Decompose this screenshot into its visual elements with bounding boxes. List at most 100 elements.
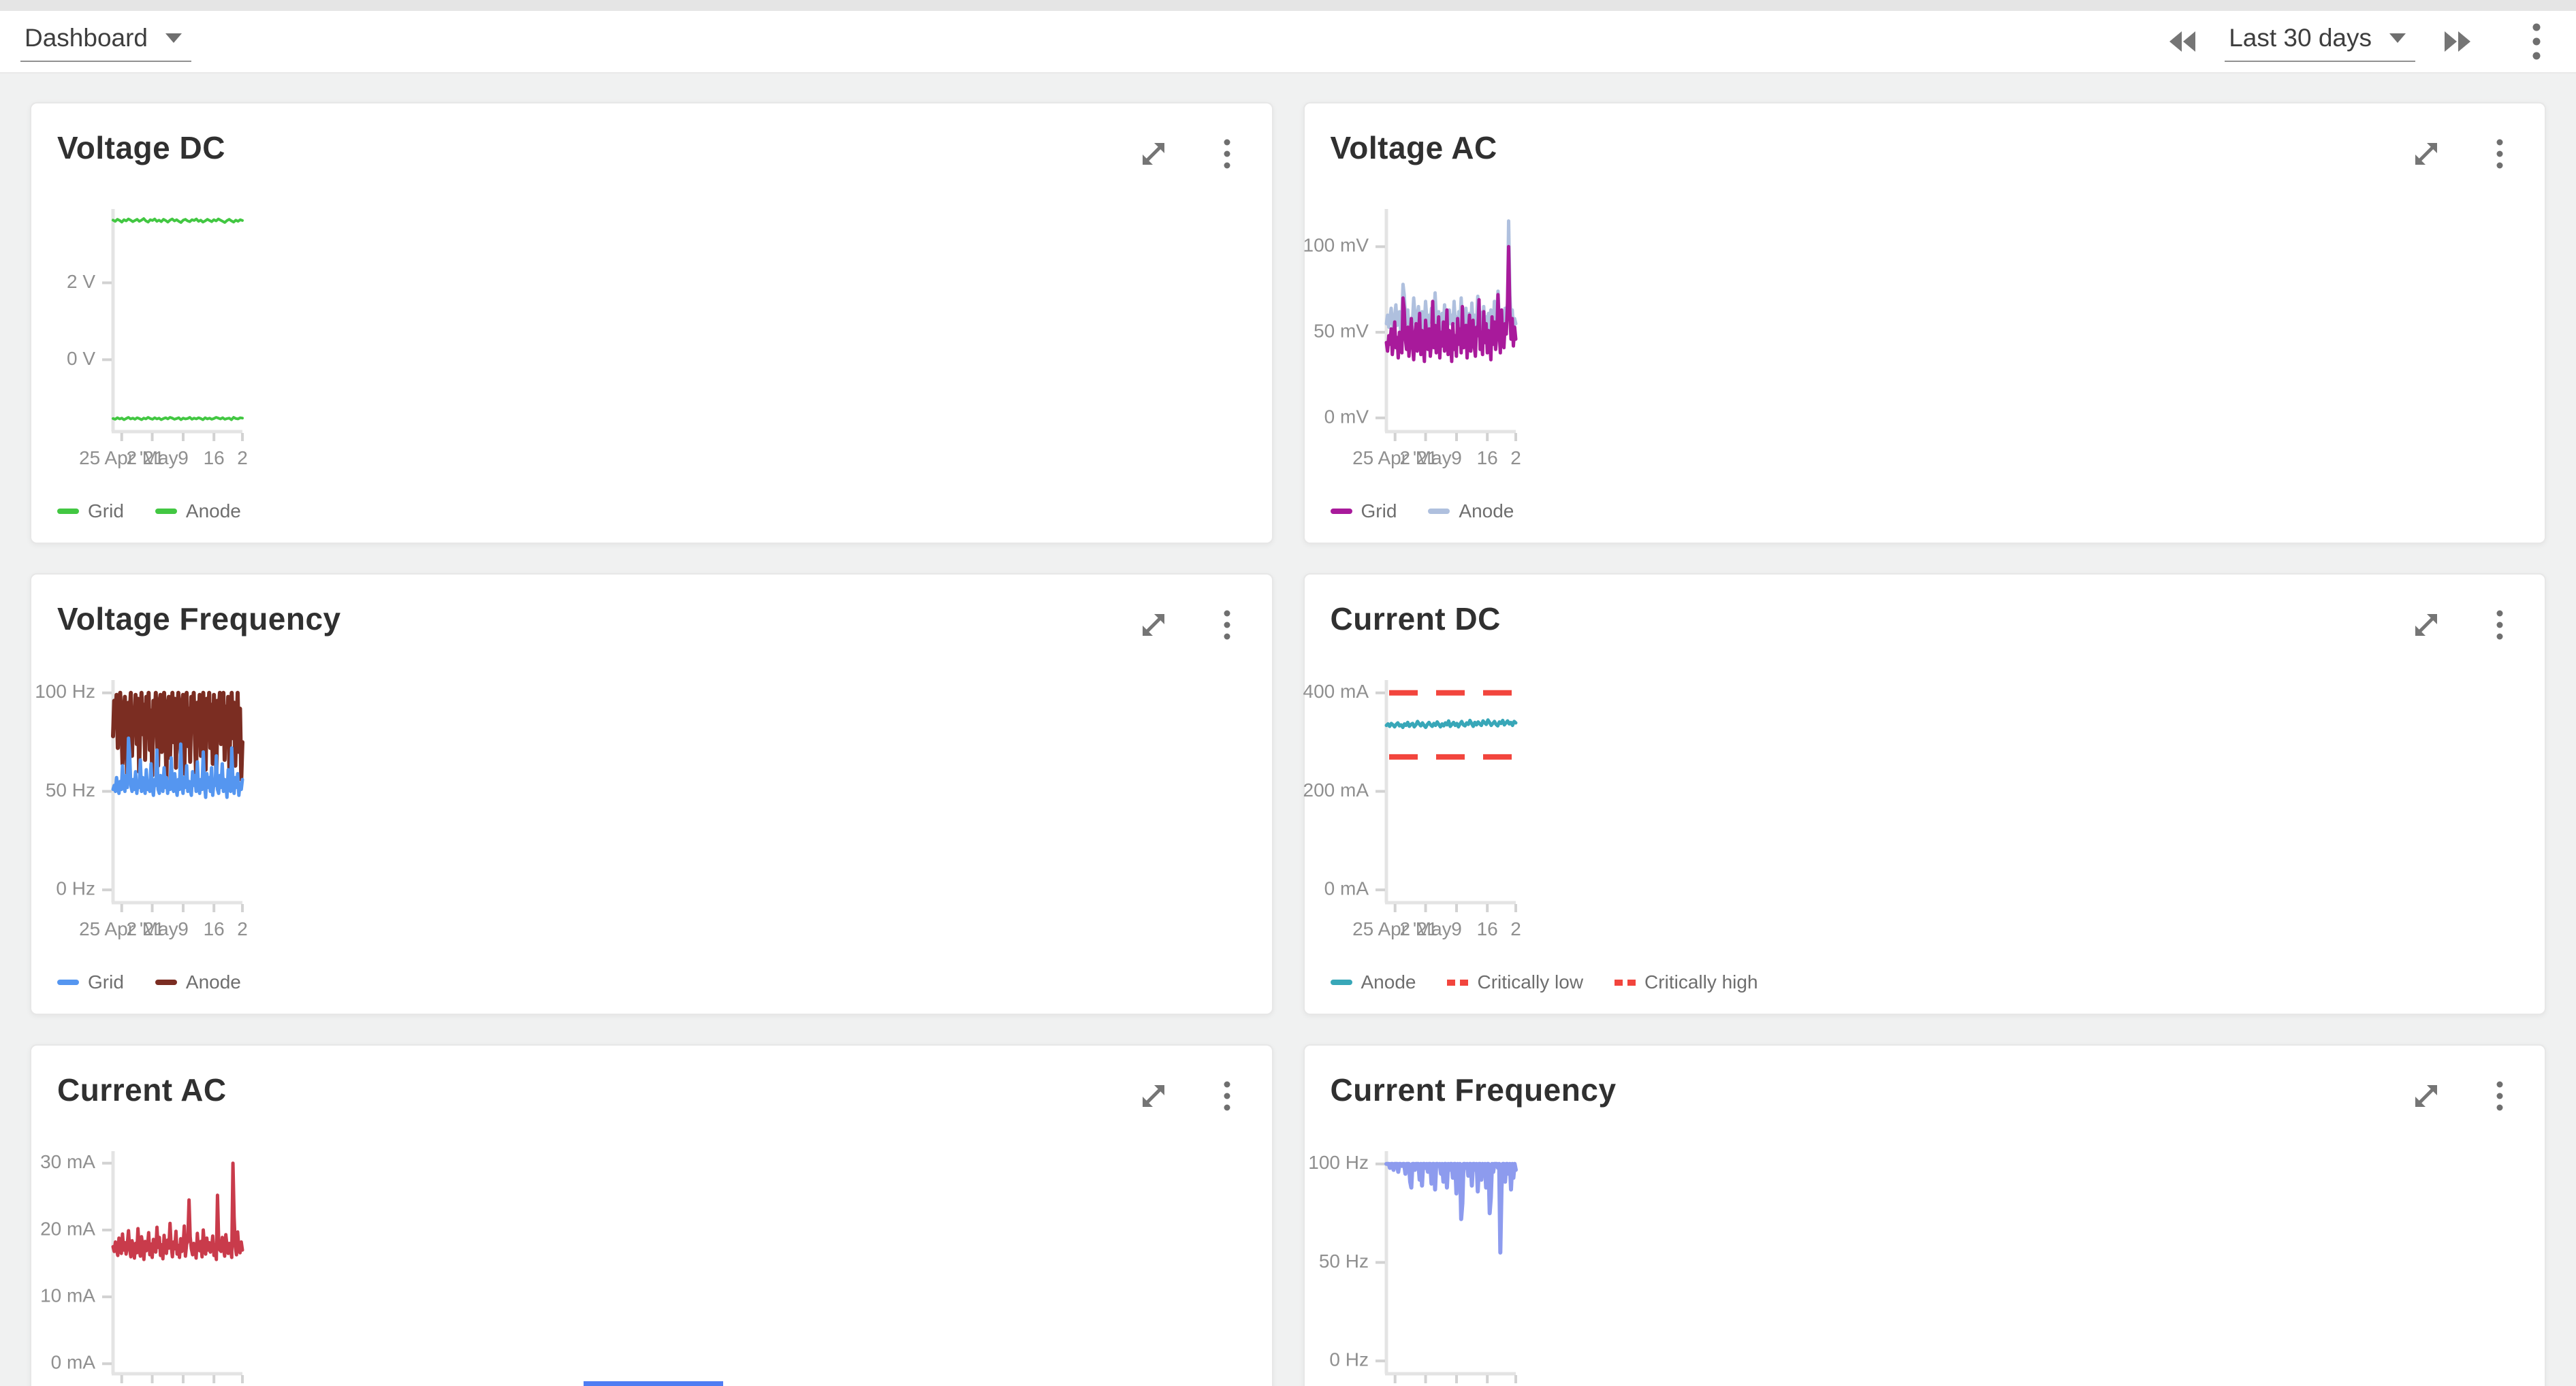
svg-text:20 mA: 20 mA (40, 1218, 95, 1239)
legend-item-anode[interactable]: Anode (155, 971, 241, 993)
svg-text:10 mA: 10 mA (40, 1285, 95, 1306)
svg-text:2: 2 (1510, 918, 1521, 939)
legend-label: Grid (88, 971, 124, 993)
chart-current-ac: 30 mA20 mA10 mA0 mA25 Apr '212 May9162 (45, 1138, 249, 1386)
svg-text:0 V: 0 V (67, 348, 95, 369)
panel-voltage-frequency: Voltage Frequency 100 Hz50 Hz0 Hz25 Apr … (30, 573, 1273, 1015)
time-range-selector[interactable]: Last 30 days (2225, 21, 2415, 62)
svg-text:9: 9 (178, 447, 189, 468)
legend: Grid Anode (1331, 500, 1514, 522)
expand-icon[interactable] (2407, 135, 2445, 173)
legend-item-anode[interactable]: Anode (1331, 971, 1416, 993)
legend-swatch (155, 509, 177, 514)
svg-text:16: 16 (1476, 447, 1497, 468)
legend-swatch (1331, 980, 1352, 985)
legend-dashed-swatch (1615, 980, 1636, 986)
panel-title: Current DC (1331, 600, 1501, 637)
svg-text:50 Hz: 50 Hz (46, 779, 95, 801)
svg-text:2 May: 2 May (126, 447, 178, 468)
dashboard-grid: Voltage DC 2 V0 V25 Apr '212 May9162 Gri… (0, 74, 2576, 1386)
panel-title: Voltage AC (1331, 129, 1497, 166)
legend-label: Grid (1361, 500, 1397, 522)
chart-current-dc: 400 mA200 mA0 mA25 Apr '212 May9162 (1318, 666, 1523, 952)
chevron-down-icon (2389, 33, 2406, 43)
panel-actions (1134, 135, 1246, 173)
legend-label: Anode (1361, 971, 1416, 993)
legend-swatch (57, 980, 79, 985)
panel-current-ac: Current AC 30 mA20 mA10 mA0 mA25 Apr '21… (30, 1044, 1273, 1386)
legend-swatch (1428, 509, 1450, 514)
legend-label: Anode (1459, 500, 1514, 522)
legend-label: Critically low (1477, 971, 1583, 993)
legend: Grid Anode (57, 971, 241, 993)
expand-icon[interactable] (2407, 606, 2445, 644)
legend-item-anode[interactable]: Anode (1428, 500, 1514, 522)
chart-voltage-frequency: 100 Hz50 Hz0 Hz25 Apr '212 May9162 (45, 666, 249, 952)
legend-item-critically-low[interactable]: Critically low (1447, 971, 1583, 993)
svg-text:100 mV: 100 mV (1303, 235, 1369, 256)
panel-actions (2407, 135, 2519, 173)
legend-swatch (155, 980, 177, 985)
time-range-label: Last 30 days (2229, 24, 2372, 52)
panel-actions (1134, 1077, 1246, 1115)
panel-title: Current AC (57, 1071, 227, 1108)
panel-title: Voltage Frequency (57, 600, 341, 637)
legend-label: Anode (186, 971, 241, 993)
svg-text:0 mA: 0 mA (51, 1352, 96, 1373)
panel-header: Current DC (1305, 575, 2545, 644)
panel-header: Voltage Frequency (31, 575, 1272, 644)
chart-voltage-dc: 2 V0 V25 Apr '212 May9162 (45, 195, 249, 481)
panel-menu-icon[interactable] (1208, 1077, 1246, 1115)
svg-text:2 May: 2 May (126, 918, 178, 939)
chart-voltage-ac: 100 mV50 mV0 mV25 Apr '212 May9162 (1318, 195, 1523, 481)
panel-actions (2407, 606, 2519, 644)
svg-text:50 Hz: 50 Hz (1318, 1251, 1368, 1272)
svg-text:2 May: 2 May (1399, 447, 1451, 468)
panel-menu-icon[interactable] (1208, 135, 1246, 173)
expand-icon[interactable] (1134, 1077, 1173, 1115)
panel-title: Voltage DC (57, 129, 225, 166)
svg-text:2: 2 (237, 447, 248, 468)
panel-menu-icon[interactable] (2481, 135, 2519, 173)
time-forward-icon[interactable] (2438, 22, 2477, 61)
svg-text:0 mA: 0 mA (1324, 878, 1369, 899)
chevron-down-icon (165, 33, 182, 43)
panel-menu-icon[interactable] (2481, 1077, 2519, 1115)
legend-swatch (57, 509, 79, 514)
legend-item-grid[interactable]: Grid (1331, 500, 1397, 522)
legend-item-grid[interactable]: Grid (57, 971, 124, 993)
legend-label: Anode (186, 500, 241, 522)
panel-current-frequency: Current Frequency 100 Hz50 Hz0 Hz25 Apr … (1303, 1044, 2547, 1386)
svg-text:0 Hz: 0 Hz (56, 878, 95, 899)
expand-icon[interactable] (1134, 606, 1173, 644)
svg-text:16: 16 (204, 918, 225, 939)
expand-icon[interactable] (1134, 135, 1173, 173)
legend-item-grid[interactable]: Grid (57, 500, 124, 522)
svg-text:0 mV: 0 mV (1324, 406, 1369, 427)
time-back-icon[interactable] (2163, 22, 2201, 61)
time-controls: Last 30 days (2163, 21, 2556, 62)
svg-text:2 May: 2 May (1399, 918, 1451, 939)
toolbar-menu-icon[interactable] (2517, 22, 2556, 61)
legend-label: Grid (88, 500, 124, 522)
expand-icon[interactable] (2407, 1077, 2445, 1115)
horizontal-scrollbar-thumb[interactable] (584, 1381, 723, 1386)
panel-actions (1134, 606, 1246, 644)
panel-menu-icon[interactable] (2481, 606, 2519, 644)
legend-item-critically-high[interactable]: Critically high (1615, 971, 1758, 993)
panel-header: Current AC (31, 1046, 1272, 1115)
window-top-strip (0, 0, 2576, 11)
panel-header: Current Frequency (1305, 1046, 2545, 1115)
legend: Anode Critically low Critically high (1331, 971, 1758, 993)
panel-header: Voltage DC (31, 103, 1272, 173)
svg-text:9: 9 (1451, 447, 1462, 468)
dashboard-page: { "toolbar": { "dashboard_label": "Dashb… (0, 0, 2576, 1386)
svg-text:100 Hz: 100 Hz (35, 681, 95, 702)
legend-swatch (1331, 509, 1352, 514)
svg-text:0 Hz: 0 Hz (1329, 1349, 1369, 1370)
dashboard-selector[interactable]: Dashboard (20, 21, 191, 62)
svg-text:9: 9 (178, 918, 189, 939)
panel-menu-icon[interactable] (1208, 606, 1246, 644)
legend-item-anode[interactable]: Anode (155, 500, 241, 522)
panel-voltage-ac: Voltage AC 100 mV50 mV0 mV25 Apr '212 Ma… (1303, 102, 2547, 544)
